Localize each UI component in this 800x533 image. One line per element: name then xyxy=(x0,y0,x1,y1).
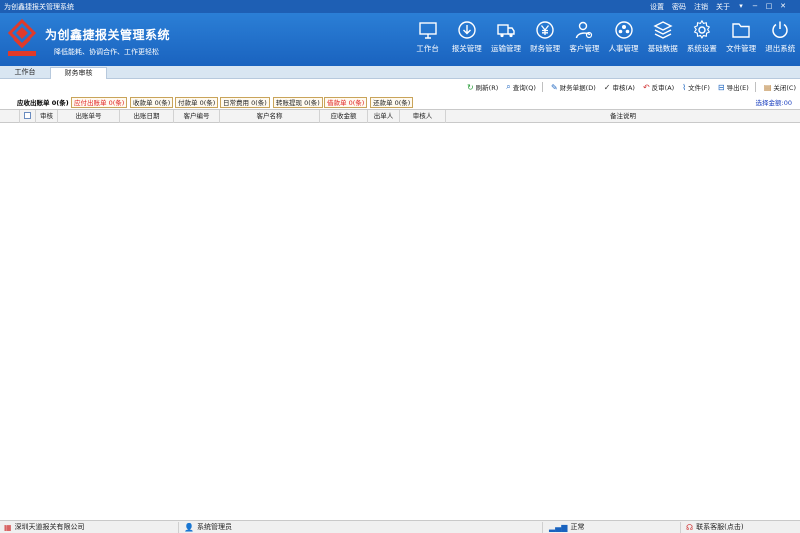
search-icon: ⌕ xyxy=(506,82,511,91)
refresh-icon: ↻ xyxy=(466,82,474,92)
data-grid[interactable]: 审核 出账单号 出账日期 客户编号 客户名称 应收金额 出单人 审核人 备注说明 xyxy=(0,109,800,520)
col-receivable-amount[interactable]: 应收金额 xyxy=(320,110,368,123)
module-finance[interactable]: 财务管理 xyxy=(526,13,565,66)
toolbar: ↻ 刷新(R) ⌕ 查询(Q) ✎ 财务单据(D) ✓ 审核(A) ↶ 反审(A) ⌇ 文件… xyxy=(0,81,800,95)
signal-icon: ▂▄▆ xyxy=(549,523,568,532)
col-bill-date[interactable]: 出账日期 xyxy=(120,110,174,123)
tab-loan[interactable]: 借款单 0(条) xyxy=(324,97,368,108)
download-circle-icon xyxy=(458,21,476,39)
module-transport[interactable]: 运输管理 xyxy=(486,13,525,66)
module-exit[interactable]: 退出系统 xyxy=(761,13,800,66)
approve-button[interactable]: ✓ 审核(A) xyxy=(603,82,635,93)
export-icon: ⊟ xyxy=(717,82,725,92)
col-customer-no[interactable]: 客户编号 xyxy=(174,110,220,123)
monitor-icon xyxy=(418,22,437,39)
close-icon[interactable]: ✕ xyxy=(776,2,790,12)
dropdown-icon[interactable]: ▾ xyxy=(734,2,748,12)
close-button[interactable]: ▤ 关闭(C) xyxy=(763,82,796,93)
pen-icon: ✎ xyxy=(550,82,558,92)
refresh-button[interactable]: ↻ 刷新(R) xyxy=(466,82,498,93)
title-links: 设置 密码 注销 关于 ▾ − □ ✕ xyxy=(646,2,790,12)
module-customer[interactable]: 客户管理 xyxy=(565,13,604,66)
tab-payable-bill[interactable]: 应付出账单 0(条) xyxy=(71,97,128,108)
app-slogan: 降低能耗、协调合作、工作更轻松 xyxy=(54,48,159,56)
tab-transfer[interactable]: 转账提现 0(条) xyxy=(273,97,323,108)
people-icon xyxy=(614,21,633,39)
module-basedata[interactable]: 基础数据 xyxy=(643,13,682,66)
power-icon xyxy=(772,21,789,38)
folder-icon xyxy=(732,23,750,38)
file-button[interactable]: ⌇ 文件(F) xyxy=(682,82,710,93)
voucher-button[interactable]: ✎ 财务单据(D) xyxy=(550,82,596,93)
status-divider xyxy=(178,522,179,533)
col-auditor[interactable]: 审核人 xyxy=(400,110,446,123)
paperclip-icon: ⌇ xyxy=(682,82,687,92)
layers-icon xyxy=(653,21,673,39)
tab-workbench[interactable]: 工作台 xyxy=(0,67,50,79)
status-divider xyxy=(542,522,543,533)
maximize-icon[interactable]: □ xyxy=(762,2,776,12)
truck-icon xyxy=(497,24,515,38)
window-title: 为创鑫捷报关管理系统 xyxy=(4,3,74,11)
module-customs[interactable]: 报关管理 xyxy=(447,13,486,66)
check-icon: ✓ xyxy=(603,82,611,92)
tab-receipt[interactable]: 收款单 0(条) xyxy=(130,97,174,108)
status-connection: ▂▄▆ 正常 xyxy=(549,523,585,532)
gear-icon xyxy=(693,20,711,39)
module-nav: 工作台 报关管理 运输管理 财务管理 客户管理 人事管理 基础数据 系统设置 文… xyxy=(408,13,800,66)
headset-icon: ☊ xyxy=(686,523,694,532)
status-company: ▦ 深圳天道报关有限公司 xyxy=(4,523,85,532)
about-link[interactable]: 关于 xyxy=(712,2,734,12)
status-bar: ▦ 深圳天道报关有限公司 👤 系统管理员 ▂▄▆ 正常 ☊ 联系客服(点击) xyxy=(0,520,800,533)
password-link[interactable]: 密码 xyxy=(668,2,690,12)
building-icon: ▦ xyxy=(4,523,12,532)
col-customer-name[interactable]: 客户名称 xyxy=(220,110,320,123)
logout-link[interactable]: 注销 xyxy=(690,2,712,12)
tab-payment[interactable]: 付款单 0(条) xyxy=(175,97,219,108)
tab-daily-expense[interactable]: 日常费用 0(条) xyxy=(220,97,270,108)
unapprove-button[interactable]: ↶ 反审(A) xyxy=(642,82,674,93)
module-hr[interactable]: 人事管理 xyxy=(604,13,643,66)
toolbar-divider xyxy=(754,82,756,92)
col-remarks[interactable]: 备注说明 xyxy=(446,110,800,123)
app-header: 为创鑫捷报关管理系统 降低能耗、协调合作、工作更轻松 工作台 报关管理 运输管理… xyxy=(0,13,800,66)
col-audit[interactable]: 审核 xyxy=(36,110,58,123)
close-doc-icon: ▤ xyxy=(763,82,772,92)
tab-receivable-bill[interactable]: 应收出账单 0(条) xyxy=(14,97,72,108)
settings-link[interactable]: 设置 xyxy=(646,2,668,12)
yen-icon xyxy=(536,21,554,39)
export-button[interactable]: ⊟ 导出(E) xyxy=(717,82,749,93)
query-button[interactable]: ⌕ 查询(Q) xyxy=(506,82,536,92)
select-all-checkbox[interactable] xyxy=(20,110,36,123)
page-tabs: 工作台 财务审核 xyxy=(0,66,800,79)
grid-header: 审核 出账单号 出账日期 客户编号 客户名称 应收金额 出单人 审核人 备注说明 xyxy=(0,110,800,123)
row-indicator-col xyxy=(0,110,20,123)
module-settings[interactable]: 系统设置 xyxy=(682,13,721,66)
toolbar-divider xyxy=(541,82,543,92)
module-files[interactable]: 文件管理 xyxy=(722,13,761,66)
user-icon: 👤 xyxy=(184,523,194,532)
selected-amount: 选择金额:00 xyxy=(755,99,792,107)
user-gear-icon xyxy=(576,21,593,39)
contact-support-link[interactable]: ☊ 联系客服(点击) xyxy=(686,522,744,533)
status-divider xyxy=(680,522,681,533)
tab-repayment[interactable]: 还款单 0(条) xyxy=(370,97,414,108)
tab-finance-audit[interactable]: 财务审核 xyxy=(50,67,107,79)
minimize-icon[interactable]: − xyxy=(748,2,762,12)
col-issuer[interactable]: 出单人 xyxy=(368,110,400,123)
status-user: 👤 系统管理员 xyxy=(184,523,232,532)
company-logo xyxy=(7,19,37,56)
undo-icon: ↶ xyxy=(642,82,650,92)
col-bill-no[interactable]: 出账单号 xyxy=(58,110,120,123)
module-workbench[interactable]: 工作台 xyxy=(408,13,447,66)
doc-type-tabs: 应收出账单 0(条) 应付出账单 0(条) 收款单 0(条) 付款单 0(条) … xyxy=(0,96,800,108)
app-title: 为创鑫捷报关管理系统 xyxy=(45,28,171,42)
window-titlebar: 为创鑫捷报关管理系统 设置 密码 注销 关于 ▾ − □ ✕ xyxy=(0,0,800,13)
